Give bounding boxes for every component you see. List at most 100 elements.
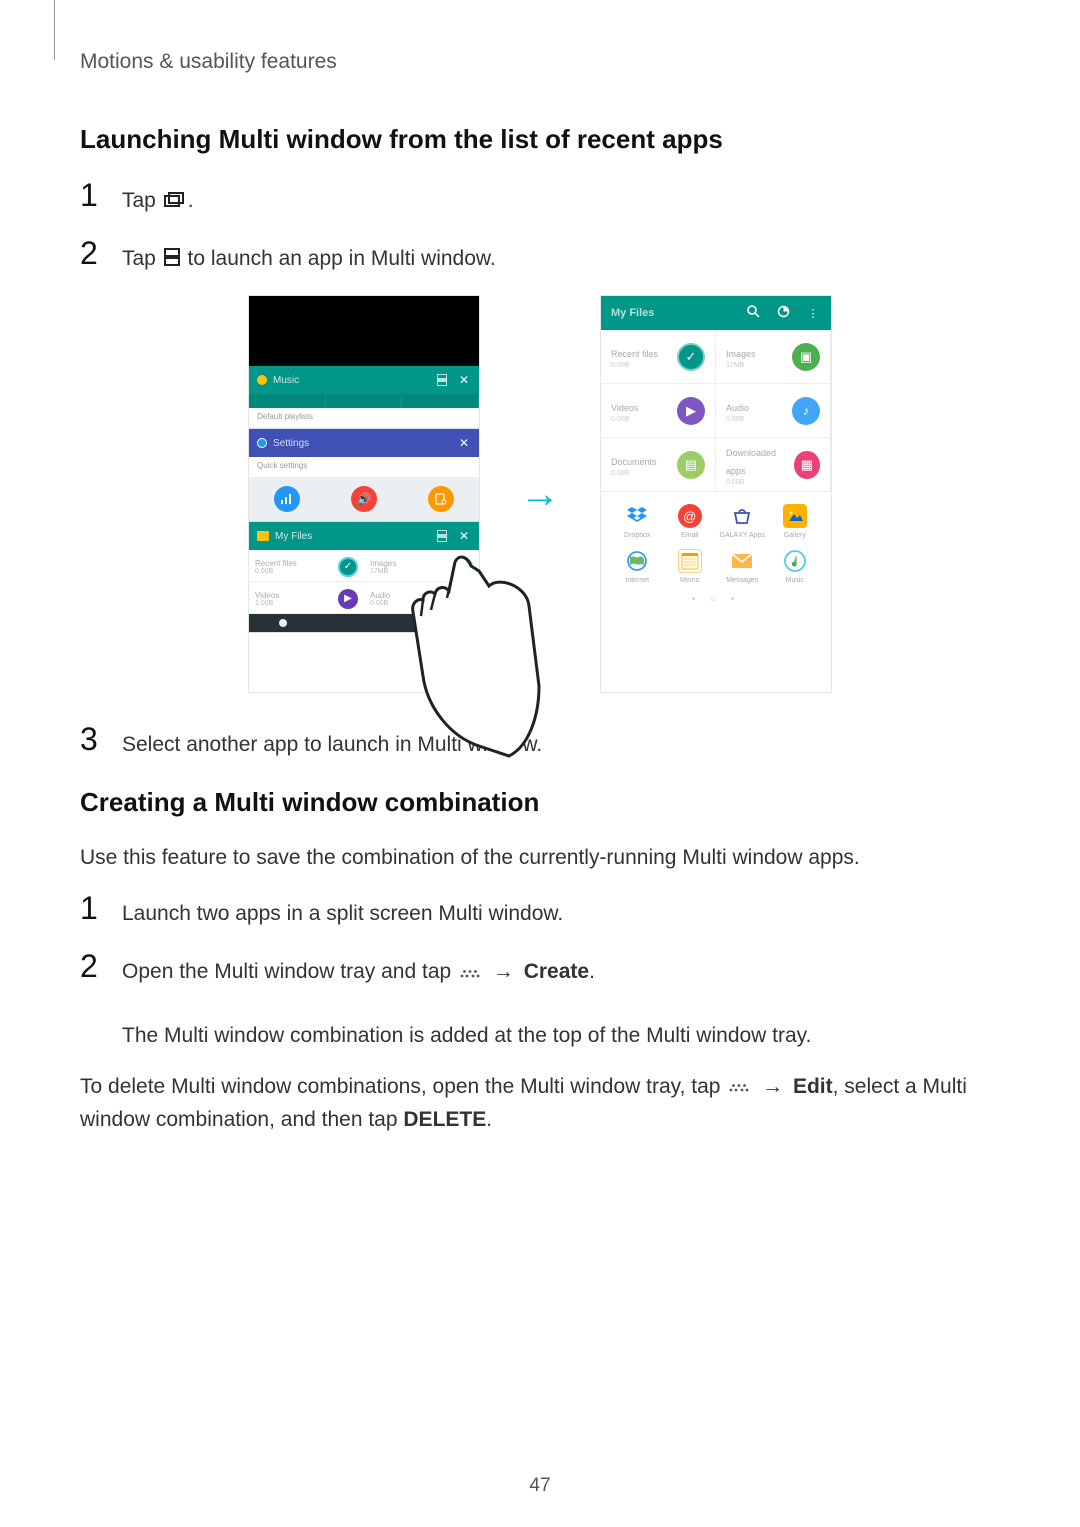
cat-downloaded: Downloaded apps0.00B ▦ [716,438,831,492]
outro-pre: To delete Multi window combinations, ope… [80,1075,726,1098]
cat-sub: 17MB [726,362,756,369]
step-text: Tap . [122,179,194,217]
step2c-note: The Multi window combination is added at… [122,1024,811,1047]
category-grid: Recent files0.00B ✓ Images17MB ▣ Videos0… [601,330,831,492]
gallery-icon [783,504,807,528]
step2c-post: . [589,960,595,983]
step-text: Select another app to launch in Multi wi… [122,723,542,761]
cat-images: Images17MB ▣ [716,330,831,384]
app-header: My Files ⋮ [601,296,831,330]
music-body-text: Default playlists [249,408,479,428]
subheading-launching: Launching Multi window from the list of … [80,124,1000,155]
page-number: 47 [529,1475,550,1497]
apps-icon: ▦ [794,451,820,479]
recent-card-settings: Settings ✕ Quick settings 🔊 [249,429,479,522]
memo-icon [678,549,702,573]
app-label: Music [769,577,822,584]
step-number: 3 [80,723,112,755]
files-grid: Recent files0.00B ✓ Images17MB ▣ Videos1… [249,550,479,614]
figure: Music ✕ Default playlists Settings ✕ Qui… [80,295,1000,693]
intro-paragraph: Use this feature to save the combination… [80,842,1000,875]
delete-label: DELETE [403,1108,486,1131]
app-memo: Memo [664,549,717,584]
cell-sub: 0.00B [370,600,390,607]
image-icon: ▣ [453,557,473,577]
step2-post: to launch an app in Multi window. [188,247,496,270]
multiwindow-split-icon [435,373,449,387]
app-gallery: Gallery [769,504,822,539]
phone-right-my-files: My Files ⋮ Recent files0.00B ✓ Images17M… [600,295,832,693]
cat-label: Recent files [611,349,658,359]
search-icon [745,305,761,321]
video-icon: ▶ [338,589,358,609]
more-menu-icon: ⋮ [805,307,821,320]
app-music: Music [769,549,822,584]
multiwindow-split-icon [164,244,180,276]
step-2: 2 Tap to launch an app in Multi window. [80,237,1000,275]
cat-label: Videos [611,403,638,413]
cell-sub: 0.00B [255,568,297,575]
step-number: 2 [80,950,112,982]
app-galaxy-apps: GALAXY Apps [716,504,769,539]
page-indicator-dots: • ○ • [601,594,831,605]
edit-label: Edit [793,1075,833,1098]
close-icon: ✕ [457,529,471,543]
document-icon: ▤ [677,451,705,479]
cat-videos: Videos0.00B ▶ [601,384,716,438]
cat-label: Audio [726,403,749,413]
cat-sub: 0.00B [611,470,657,477]
cat-sub: 0.00B [726,416,749,423]
app-label: Email [664,532,717,539]
step-text: Tap to launch an app in Multi window. [122,237,496,275]
subheading-creating: Creating a Multi window combination [80,787,1000,818]
step-1: 1 Tap . [80,179,1000,217]
clock-check-icon: ✓ [338,557,358,577]
folder-icon [257,531,269,541]
files-cell-audio: Audio0.00B ♪ [364,582,479,614]
app-title: My Files [611,307,731,319]
settings-gear-icon [257,438,267,448]
app-email: @ Email [664,504,717,539]
music-icon [783,549,807,573]
cat-label: Downloaded apps [726,448,776,476]
apps-grid: Dropbox @ Email GALAXY Apps Gallery [601,492,831,584]
cell-label: Recent files [255,559,297,568]
cell-label: Images [370,559,396,568]
cat-label: Documents [611,457,657,467]
status-bar-black [249,296,479,366]
step-3: 3 Select another app to launch in Multi … [80,723,1000,761]
phone-left-recent-apps: Music ✕ Default playlists Settings ✕ Qui… [248,295,480,693]
app-label: Memo [664,577,717,584]
signal-icon [274,486,300,512]
close-icon: ✕ [457,373,471,387]
arrow-right-icon: → [520,472,560,517]
card-header: Settings ✕ [249,429,479,457]
cat-sub: 0.00B [611,362,658,369]
quick-settings-row: 🔊 [249,477,479,521]
app-messages: Messages [716,549,769,584]
more-dots-icon [459,957,481,989]
step-number: 1 [80,892,112,924]
close-icon: ✕ [457,436,471,450]
video-icon: ▶ [677,397,705,425]
dropbox-icon [625,504,649,528]
audio-icon: ♪ [792,397,820,425]
cat-documents: Documents 0.00B ▤ [601,438,716,492]
display-icon [428,486,454,512]
card-title: Settings [273,438,449,449]
recent-card-my-files: My Files ✕ Recent files0.00B ✓ Images17M… [249,522,479,633]
app-label: Gallery [769,532,822,539]
galaxy-apps-icon [730,504,754,528]
messages-icon [730,549,754,573]
cell-label: Videos [255,591,279,600]
outro-post: . [486,1108,492,1131]
card-header: My Files ✕ [249,522,479,550]
email-icon: @ [678,504,702,528]
step1-post: . [188,189,194,212]
step-1-create: 1 Launch two apps in a split screen Mult… [80,892,1000,930]
app-internet: Internet [611,549,664,584]
indicator-dot [279,619,287,627]
section-header: Motions & usability features [80,50,1000,74]
recent-card-music: Music ✕ Default playlists [249,366,479,429]
files-cell-videos: Videos1.00B ▶ [249,582,364,614]
